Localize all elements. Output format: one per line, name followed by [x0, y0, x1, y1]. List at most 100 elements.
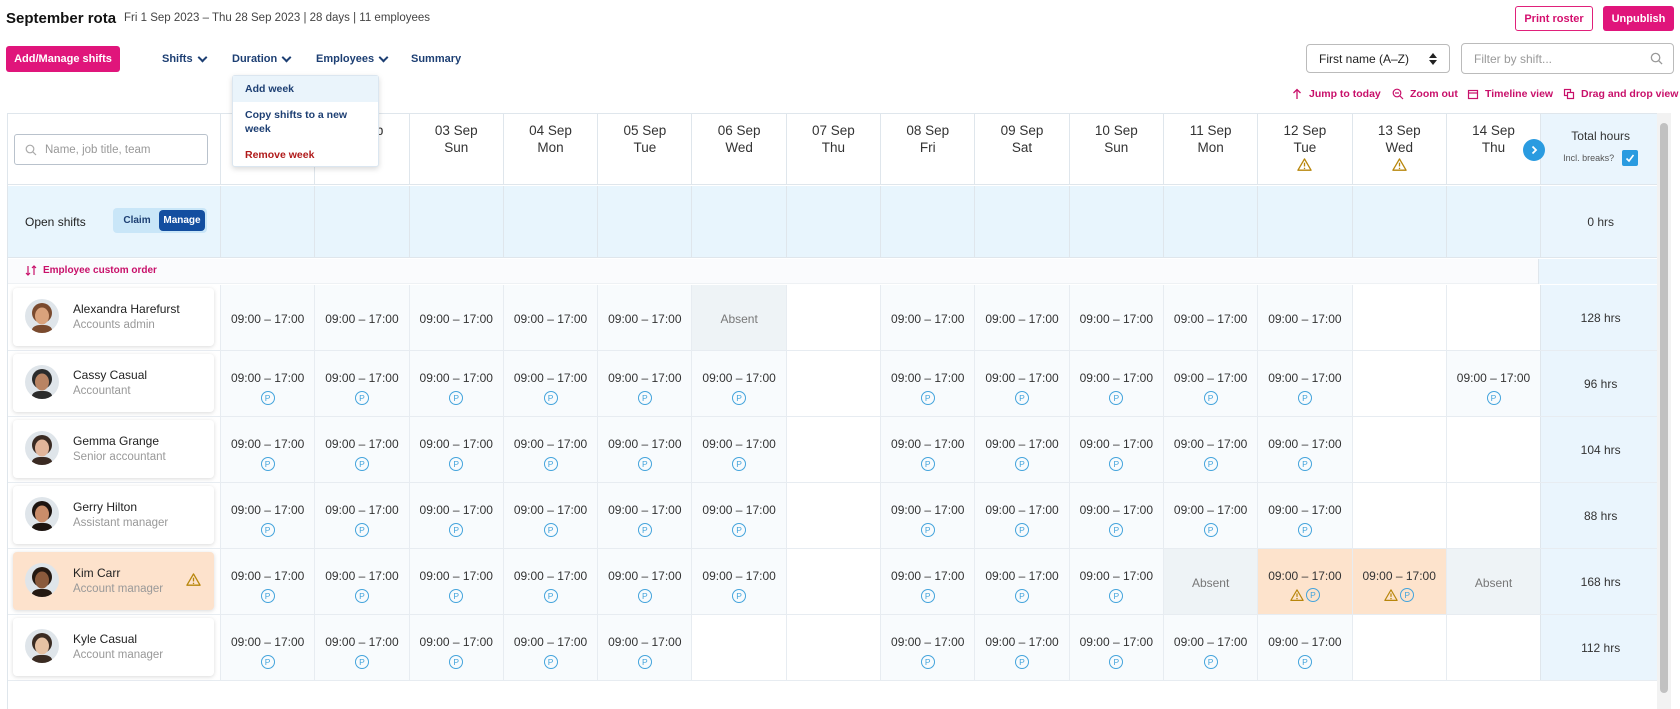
- employee-card[interactable]: Alexandra Harefurst Accounts admin: [13, 288, 214, 346]
- shift-cell[interactable]: 09:00 – 17:00 P: [314, 351, 409, 416]
- timeline-view-link[interactable]: Timeline view: [1467, 88, 1553, 100]
- shift-cell[interactable]: 09:00 – 17:00 P: [1068, 483, 1163, 548]
- shift-cell-warning[interactable]: 09:00 – 17:00 P: [1351, 549, 1446, 614]
- open-shift-cell[interactable]: [220, 186, 314, 257]
- sort-select[interactable]: First name (A–Z): [1306, 44, 1450, 73]
- shift-cell[interactable]: 09:00 – 17:00 P: [691, 417, 786, 482]
- open-shift-cell[interactable]: [314, 186, 408, 257]
- scrollbar-thumb[interactable]: [1660, 123, 1668, 693]
- employee-card[interactable]: Gemma Grange Senior accountant: [13, 420, 214, 478]
- shift-cell[interactable]: 09:00 – 17:00 P: [408, 549, 503, 614]
- zoom-out-link[interactable]: Zoom out: [1392, 88, 1458, 100]
- unpublish-button[interactable]: Unpublish: [1603, 6, 1674, 31]
- shift-cell[interactable]: 09:00 – 17:00 P: [1162, 351, 1258, 416]
- absent-cell[interactable]: Absent: [691, 285, 786, 350]
- shift-cell[interactable]: 09:00 – 17:00 P: [880, 417, 975, 482]
- open-shift-cell[interactable]: [1351, 186, 1446, 257]
- empty-shift-cell[interactable]: [785, 483, 881, 548]
- shift-cell[interactable]: 09:00 – 17:00: [597, 285, 692, 350]
- empty-shift-cell[interactable]: [1445, 285, 1541, 350]
- manage-toggle[interactable]: Manage: [159, 210, 205, 231]
- shift-cell[interactable]: 09:00 – 17:00 P: [502, 483, 598, 548]
- claim-toggle[interactable]: Claim: [115, 215, 159, 226]
- empty-shift-cell[interactable]: [785, 549, 881, 614]
- shift-cell[interactable]: 09:00 – 17:00 P: [1068, 351, 1163, 416]
- shift-cell[interactable]: 09:00 – 17:00 P: [1257, 417, 1352, 482]
- shift-cell[interactable]: 09:00 – 17:00 P: [314, 417, 409, 482]
- empty-shift-cell[interactable]: [1445, 417, 1541, 482]
- include-breaks-checkbox[interactable]: [1622, 150, 1639, 166]
- employee-search-input[interactable]: Name, job title, team: [14, 134, 208, 165]
- empty-shift-cell[interactable]: [1351, 615, 1446, 680]
- open-shift-cell[interactable]: [1068, 186, 1163, 257]
- employee-card[interactable]: Kim Carr Account manager: [13, 552, 214, 610]
- shift-cell[interactable]: 09:00 – 17:00 P: [880, 615, 975, 680]
- add-week-option[interactable]: Add week: [233, 76, 378, 102]
- next-week-button[interactable]: [1523, 139, 1545, 161]
- shift-cell[interactable]: 09:00 – 17:00 P: [597, 483, 692, 548]
- shift-cell[interactable]: 09:00 – 17:00: [1068, 285, 1163, 350]
- custom-order-link[interactable]: Employee custom order: [25, 265, 157, 276]
- add-manage-shifts-button[interactable]: Add/Manage shifts: [6, 46, 120, 72]
- employees-menu[interactable]: Employees: [316, 52, 389, 65]
- shift-cell[interactable]: 09:00 – 17:00 P: [408, 483, 503, 548]
- open-shift-cell[interactable]: [1257, 186, 1351, 257]
- shift-cell[interactable]: 09:00 – 17:00: [314, 285, 409, 350]
- shift-cell[interactable]: 09:00 – 17:00 P: [880, 351, 975, 416]
- empty-shift-cell[interactable]: [1351, 483, 1446, 548]
- empty-shift-cell[interactable]: [785, 615, 881, 680]
- empty-shift-cell[interactable]: [691, 615, 786, 680]
- shift-cell[interactable]: 09:00 – 17:00 P: [1068, 417, 1163, 482]
- remove-week-option[interactable]: Remove week: [233, 144, 378, 166]
- shift-cell[interactable]: 09:00 – 17:00 P: [1162, 615, 1258, 680]
- shift-cell[interactable]: 09:00 – 17:00 P: [1257, 351, 1352, 416]
- empty-shift-cell[interactable]: [785, 285, 881, 350]
- shift-cell[interactable]: 09:00 – 17:00 P: [408, 615, 503, 680]
- shifts-menu[interactable]: Shifts: [162, 52, 208, 65]
- shift-cell[interactable]: 09:00 – 17:00 P: [220, 483, 315, 548]
- shift-cell[interactable]: 09:00 – 17:00: [974, 285, 1069, 350]
- shift-cell[interactable]: 09:00 – 17:00 P: [597, 351, 692, 416]
- shift-cell[interactable]: 09:00 – 17:00 P: [974, 351, 1069, 416]
- shift-cell[interactable]: 09:00 – 17:00 P: [220, 351, 315, 416]
- shift-cell[interactable]: 09:00 – 17:00 P: [597, 549, 692, 614]
- shift-cell[interactable]: 09:00 – 17:00 P: [691, 549, 786, 614]
- absent-cell[interactable]: Absent: [1162, 549, 1258, 614]
- open-shift-cell[interactable]: [974, 186, 1068, 257]
- shift-cell[interactable]: 09:00 – 17:00 P: [974, 615, 1069, 680]
- filter-shift-input[interactable]: Filter by shift...: [1461, 43, 1674, 74]
- open-shift-cell[interactable]: [597, 186, 691, 257]
- shift-cell[interactable]: 09:00 – 17:00 P: [597, 615, 692, 680]
- open-shift-cell[interactable]: [785, 186, 880, 257]
- empty-shift-cell[interactable]: [1445, 483, 1541, 548]
- shift-cell[interactable]: 09:00 – 17:00 P: [691, 351, 786, 416]
- summary-link[interactable]: Summary: [411, 53, 461, 65]
- shift-cell[interactable]: 09:00 – 17:00 P: [1162, 483, 1258, 548]
- open-shift-cell[interactable]: [1162, 186, 1257, 257]
- shift-cell[interactable]: 09:00 – 17:00 P: [974, 549, 1069, 614]
- empty-shift-cell[interactable]: [1351, 417, 1446, 482]
- absent-cell[interactable]: Absent: [1445, 549, 1541, 614]
- open-shift-cell[interactable]: [691, 186, 785, 257]
- shift-cell[interactable]: 09:00 – 17:00 P: [974, 483, 1069, 548]
- employee-card[interactable]: Cassy Casual Accountant: [13, 354, 214, 412]
- shift-cell[interactable]: 09:00 – 17:00 P: [314, 549, 409, 614]
- employee-card[interactable]: Gerry Hilton Assistant manager: [13, 486, 214, 544]
- shift-cell[interactable]: 09:00 – 17:00: [1257, 285, 1352, 350]
- shift-cell[interactable]: 09:00 – 17:00 P: [1068, 549, 1163, 614]
- shift-cell[interactable]: 09:00 – 17:00 P: [408, 417, 503, 482]
- empty-shift-cell[interactable]: [1351, 285, 1446, 350]
- empty-shift-cell[interactable]: [785, 351, 881, 416]
- shift-cell[interactable]: 09:00 – 17:00: [1162, 285, 1258, 350]
- shift-cell[interactable]: 09:00 – 17:00: [880, 285, 975, 350]
- empty-shift-cell[interactable]: [785, 417, 881, 482]
- shift-cell[interactable]: 09:00 – 17:00 P: [1257, 615, 1352, 680]
- employee-card[interactable]: Kyle Casual Account manager: [13, 618, 214, 676]
- open-shift-cell[interactable]: [880, 186, 974, 257]
- shift-cell[interactable]: 09:00 – 17:00 P: [314, 615, 409, 680]
- shift-cell[interactable]: 09:00 – 17:00 P: [220, 417, 315, 482]
- empty-shift-cell[interactable]: [1351, 351, 1446, 416]
- shift-cell[interactable]: 09:00 – 17:00 P: [220, 615, 315, 680]
- open-shift-cell[interactable]: [502, 186, 597, 257]
- shift-cell[interactable]: 09:00 – 17:00 P: [502, 351, 598, 416]
